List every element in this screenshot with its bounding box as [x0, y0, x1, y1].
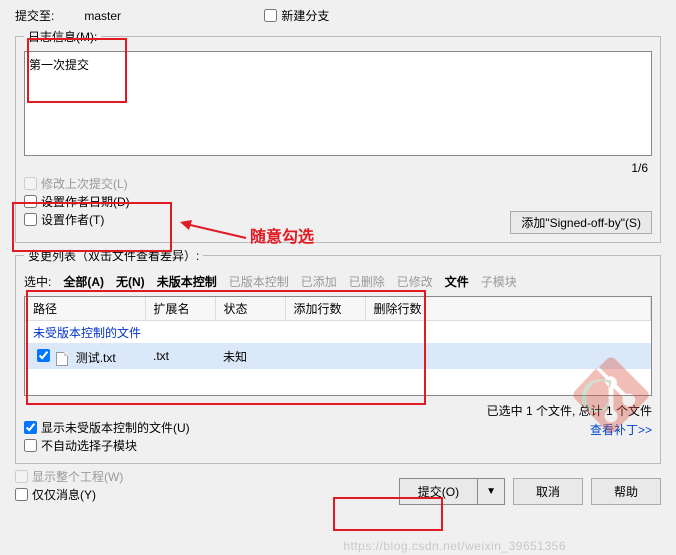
new-branch-label: 新建分支 [281, 7, 329, 24]
filter-files[interactable]: 文件 [445, 273, 469, 290]
log-message-fieldset: 日志信息(M): 1/6 修改上次提交(L) 设置作者日期(D) 设置作者(T)… [15, 28, 661, 243]
file-name: 测试.txt [76, 351, 116, 365]
set-author-checkbox[interactable]: 设置作者(T) [24, 211, 104, 228]
set-author-date-input[interactable] [24, 195, 37, 208]
filter-row: 选中: 全部(A) 无(N) 未版本控制 已版本控制 已添加 已删除 已修改 文… [24, 273, 652, 290]
show-whole-project-input [15, 470, 28, 483]
help-button[interactable]: 帮助 [591, 478, 661, 505]
changes-fieldset: 变更列表（双击文件查看差异）: 选中: 全部(A) 无(N) 未版本控制 已版本… [15, 247, 661, 464]
cell-path[interactable]: 测试.txt [25, 343, 145, 369]
filter-modified: 已修改 [397, 273, 433, 290]
file-icon [56, 352, 68, 366]
filter-versioned: 已版本控制 [229, 273, 289, 290]
filter-added: 已添加 [301, 273, 337, 290]
new-branch-input[interactable] [264, 9, 277, 22]
show-whole-project-label: 显示整个工程(W) [32, 468, 123, 485]
only-message-label: 仅仅消息(Y) [32, 486, 96, 503]
csdn-watermark: https://blog.csdn.net/weixin_39651356 [343, 539, 566, 553]
amend-last-input [24, 177, 37, 190]
filter-submodules: 子模块 [481, 273, 517, 290]
set-author-date-checkbox[interactable]: 设置作者日期(D) [24, 193, 130, 210]
filter-none[interactable]: 无(N) [116, 273, 145, 290]
filter-unversioned[interactable]: 未版本控制 [157, 273, 217, 290]
col-dellines[interactable]: 删除行数 [365, 297, 651, 321]
show-unversioned-label: 显示未受版本控制的文件(U) [41, 419, 190, 436]
log-message-legend: 日志信息(M): [24, 28, 101, 45]
branch-name: master [84, 9, 164, 23]
new-branch-checkbox[interactable]: 新建分支 [264, 7, 329, 24]
col-path[interactable]: 路径 [25, 297, 145, 321]
show-unversioned-checkbox[interactable]: 显示未受版本控制的文件(U) [24, 419, 190, 436]
show-unversioned-input[interactable] [24, 421, 37, 434]
cancel-button[interactable]: 取消 [513, 478, 583, 505]
cell-status: 未知 [215, 343, 285, 369]
col-ext[interactable]: 扩展名 [145, 297, 215, 321]
no-auto-submodule-checkbox[interactable]: 不自动选择子模块 [24, 437, 137, 454]
commit-message-textarea[interactable] [24, 51, 652, 156]
commit-split-button[interactable]: 提交(O) ▼ [399, 478, 505, 505]
no-auto-submodule-label: 不自动选择子模块 [41, 437, 137, 454]
char-counter: 1/6 [24, 159, 652, 175]
filter-all[interactable]: 全部(A) [63, 273, 104, 290]
only-message-checkbox[interactable]: 仅仅消息(Y) [15, 486, 96, 503]
cell-add [285, 343, 365, 369]
commit-dropdown[interactable]: ▼ [478, 479, 504, 504]
changes-legend: 变更列表（双击文件查看差异）: [24, 247, 203, 264]
amend-last-checkbox: 修改上次提交(L) [24, 175, 128, 192]
filter-deleted: 已删除 [349, 273, 385, 290]
cell-ext: .txt [145, 343, 215, 369]
col-addlines[interactable]: 添加行数 [285, 297, 365, 321]
file-table-wrap: 路径 扩展名 状态 添加行数 删除行数 未受版本控制的文件 [24, 296, 652, 396]
cell-del [365, 343, 651, 369]
row-checkbox[interactable] [37, 349, 50, 362]
only-message-input[interactable] [15, 488, 28, 501]
selection-summary: 已选中 1 个文件, 总计 1 个文件 [24, 402, 652, 419]
select-label: 选中: [24, 273, 51, 290]
group-label: 未受版本控制的文件 [25, 321, 651, 344]
set-author-input[interactable] [24, 213, 37, 226]
col-status[interactable]: 状态 [215, 297, 285, 321]
set-author-label: 设置作者(T) [41, 211, 104, 228]
commit-target-row: 提交至: master 新建分支 [15, 7, 661, 24]
file-table: 路径 扩展名 状态 添加行数 删除行数 未受版本控制的文件 [25, 297, 651, 369]
commit-to-label: 提交至: [15, 7, 54, 24]
view-patch-link[interactable]: 查看补丁>> [590, 421, 652, 438]
group-row: 未受版本控制的文件 [25, 321, 651, 344]
show-whole-project-checkbox: 显示整个工程(W) [15, 468, 123, 485]
set-author-date-label: 设置作者日期(D) [41, 193, 130, 210]
commit-button[interactable]: 提交(O) [400, 479, 478, 504]
amend-last-label: 修改上次提交(L) [41, 175, 128, 192]
no-auto-submodule-input[interactable] [24, 439, 37, 452]
table-row[interactable]: 测试.txt .txt 未知 [25, 343, 651, 369]
signed-off-button[interactable]: 添加"Signed-off-by"(S) [510, 211, 652, 234]
